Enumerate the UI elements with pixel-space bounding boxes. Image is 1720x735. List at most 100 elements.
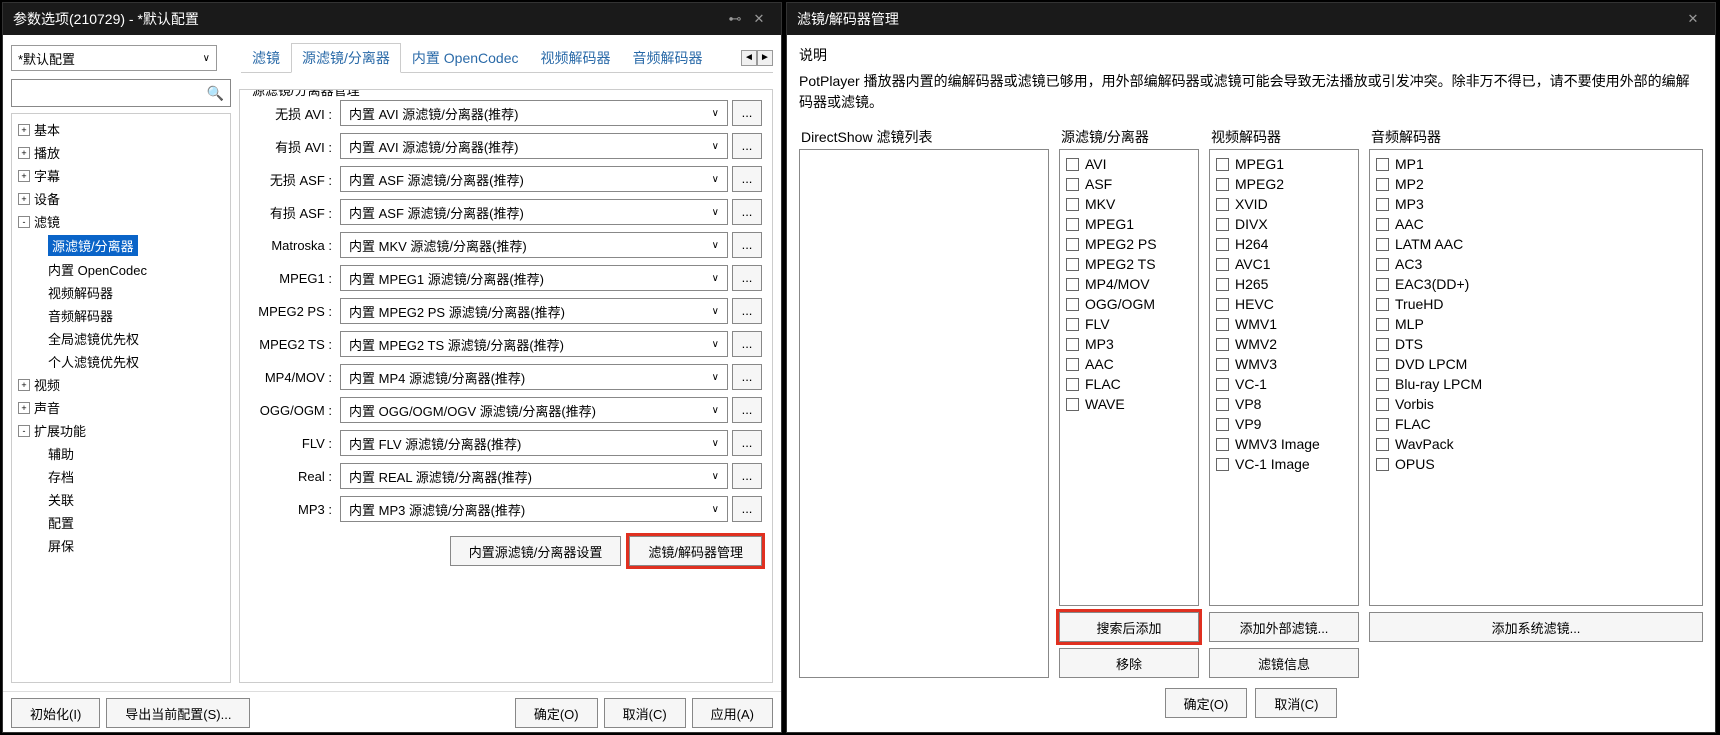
more-button[interactable]: ...: [732, 496, 762, 522]
check-item[interactable]: AVC1: [1214, 254, 1354, 274]
checkbox-icon[interactable]: [1376, 398, 1389, 411]
check-item[interactable]: Blu-ray LPCM: [1374, 374, 1698, 394]
tree-item[interactable]: +视频: [14, 373, 228, 396]
checkbox-icon[interactable]: [1066, 338, 1079, 351]
check-item[interactable]: MPEG1: [1064, 214, 1194, 234]
codec-select[interactable]: 内置 MP4 源滤镜/分离器(推荐)∨: [340, 364, 728, 390]
checkbox-icon[interactable]: [1066, 258, 1079, 271]
checkbox-icon[interactable]: [1376, 198, 1389, 211]
checkbox-icon[interactable]: [1376, 298, 1389, 311]
more-button[interactable]: ...: [732, 430, 762, 456]
tree-toggle-icon[interactable]: -: [18, 216, 30, 228]
more-button[interactable]: ...: [732, 364, 762, 390]
codec-select[interactable]: 内置 ASF 源滤镜/分离器(推荐)∨: [340, 166, 728, 192]
checkbox-icon[interactable]: [1216, 178, 1229, 191]
checkbox-icon[interactable]: [1066, 178, 1079, 191]
checkbox-icon[interactable]: [1216, 418, 1229, 431]
cancel-button[interactable]: 取消(C): [1255, 688, 1337, 718]
directshow-list[interactable]: [799, 149, 1049, 678]
check-item[interactable]: MP3: [1374, 194, 1698, 214]
check-item[interactable]: MPEG2: [1214, 174, 1354, 194]
tree-item[interactable]: 内置 OpenCodec: [14, 258, 228, 281]
tree-item[interactable]: 音频解码器: [14, 304, 228, 327]
checkbox-icon[interactable]: [1376, 218, 1389, 231]
checkbox-icon[interactable]: [1376, 238, 1389, 251]
checkbox-icon[interactable]: [1066, 298, 1079, 311]
check-item[interactable]: FLAC: [1374, 414, 1698, 434]
tree-item[interactable]: +基本: [14, 118, 228, 141]
checkbox-icon[interactable]: [1376, 178, 1389, 191]
tree-item[interactable]: 配置: [14, 511, 228, 534]
tab-3[interactable]: 视频解码器: [530, 43, 622, 72]
tab-next-icon[interactable]: ►: [757, 50, 773, 66]
check-item[interactable]: VP8: [1214, 394, 1354, 414]
checkbox-icon[interactable]: [1066, 318, 1079, 331]
tree-item[interactable]: +声音: [14, 396, 228, 419]
check-item[interactable]: Vorbis: [1374, 394, 1698, 414]
checkbox-icon[interactable]: [1216, 298, 1229, 311]
tree-item[interactable]: 屏保: [14, 534, 228, 557]
checkbox-icon[interactable]: [1066, 398, 1079, 411]
checkbox-icon[interactable]: [1376, 258, 1389, 271]
check-item[interactable]: AAC: [1064, 354, 1194, 374]
codec-select[interactable]: 内置 ASF 源滤镜/分离器(推荐)∨: [340, 199, 728, 225]
checkbox-icon[interactable]: [1066, 378, 1079, 391]
checkbox-icon[interactable]: [1376, 438, 1389, 451]
check-item[interactable]: WMV2: [1214, 334, 1354, 354]
check-item[interactable]: WavPack: [1374, 434, 1698, 454]
checkbox-icon[interactable]: [1216, 358, 1229, 371]
codec-select[interactable]: 内置 MPEG2 TS 源滤镜/分离器(推荐)∨: [340, 331, 728, 357]
more-button[interactable]: ...: [732, 166, 762, 192]
tree-toggle-icon[interactable]: -: [18, 425, 30, 437]
apply-button[interactable]: 应用(A): [692, 698, 773, 728]
close-icon[interactable]: ✕: [747, 11, 771, 27]
tree-item[interactable]: 关联: [14, 488, 228, 511]
checkbox-icon[interactable]: [1216, 378, 1229, 391]
checkbox-icon[interactable]: [1376, 338, 1389, 351]
checkbox-icon[interactable]: [1216, 398, 1229, 411]
tree-item[interactable]: +设备: [14, 187, 228, 210]
check-item[interactable]: VC-1: [1214, 374, 1354, 394]
check-item[interactable]: LATM AAC: [1374, 234, 1698, 254]
more-button[interactable]: ...: [732, 100, 762, 126]
filter-manager-button[interactable]: 滤镜/解码器管理: [629, 536, 762, 566]
tree-item[interactable]: 个人滤镜优先权: [14, 350, 228, 373]
check-item[interactable]: H265: [1214, 274, 1354, 294]
check-item[interactable]: OGG/OGM: [1064, 294, 1194, 314]
init-button[interactable]: 初始化(I): [11, 698, 100, 728]
tree-toggle-icon[interactable]: +: [18, 402, 30, 414]
check-item[interactable]: EAC3(DD+): [1374, 274, 1698, 294]
export-button[interactable]: 导出当前配置(S)...: [106, 698, 250, 728]
checkbox-icon[interactable]: [1066, 358, 1079, 371]
check-item[interactable]: MP3: [1064, 334, 1194, 354]
tree-toggle-icon[interactable]: +: [18, 147, 30, 159]
more-button[interactable]: ...: [732, 331, 762, 357]
codec-select[interactable]: 内置 AVI 源滤镜/分离器(推荐)∨: [340, 100, 728, 126]
checkbox-icon[interactable]: [1216, 258, 1229, 271]
checkbox-icon[interactable]: [1066, 238, 1079, 251]
pin-icon[interactable]: ⊷: [723, 11, 747, 27]
tree-item[interactable]: +字幕: [14, 164, 228, 187]
check-item[interactable]: MPEG2 PS: [1064, 234, 1194, 254]
checkbox-icon[interactable]: [1216, 278, 1229, 291]
codec-select[interactable]: 内置 REAL 源滤镜/分离器(推荐)∨: [340, 463, 728, 489]
check-item[interactable]: FLAC: [1064, 374, 1194, 394]
more-button[interactable]: ...: [732, 397, 762, 423]
check-item[interactable]: WMV1: [1214, 314, 1354, 334]
add-system-button[interactable]: 添加系统滤镜...: [1369, 612, 1703, 642]
codec-select[interactable]: 内置 MKV 源滤镜/分离器(推荐)∨: [340, 232, 728, 258]
close-icon[interactable]: ✕: [1681, 11, 1705, 27]
tree-toggle-icon[interactable]: +: [18, 379, 30, 391]
cancel-button[interactable]: 取消(C): [604, 698, 686, 728]
check-item[interactable]: AAC: [1374, 214, 1698, 234]
check-item[interactable]: WAVE: [1064, 394, 1194, 414]
filter-info-button[interactable]: 滤镜信息: [1209, 648, 1359, 678]
more-button[interactable]: ...: [732, 298, 762, 324]
checkbox-icon[interactable]: [1216, 458, 1229, 471]
checkbox-icon[interactable]: [1066, 158, 1079, 171]
codec-select[interactable]: 内置 FLV 源滤镜/分离器(推荐)∨: [340, 430, 728, 456]
tree-toggle-icon[interactable]: +: [18, 170, 30, 182]
codec-select[interactable]: 内置 OGG/OGM/OGV 源滤镜/分离器(推荐)∨: [340, 397, 728, 423]
builtin-settings-button[interactable]: 内置源滤镜/分离器设置: [450, 536, 622, 566]
check-item[interactable]: MPEG2 TS: [1064, 254, 1194, 274]
